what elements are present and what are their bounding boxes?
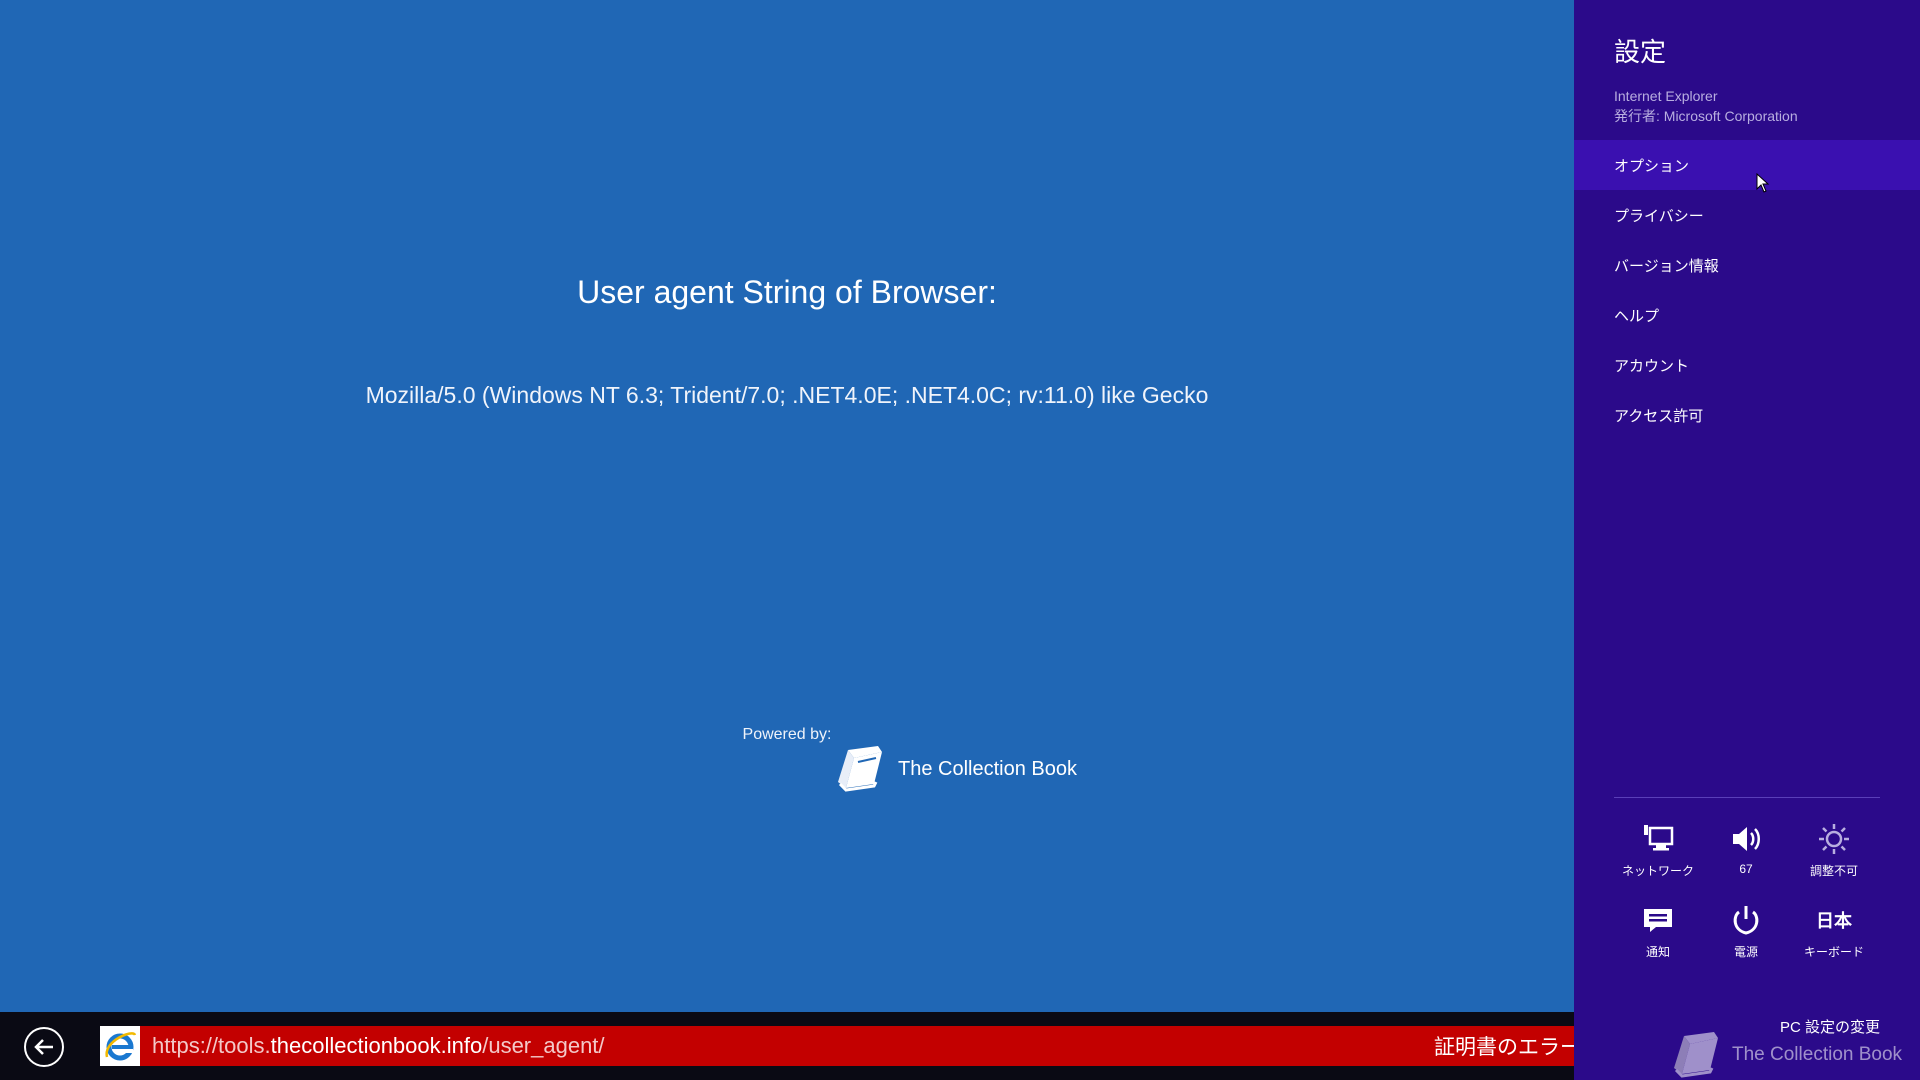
publisher: 発行者: Microsoft Corporation [1614, 108, 1798, 124]
keyboard-label: キーボード [1803, 945, 1864, 959]
ie-logo-icon [100, 1026, 140, 1066]
quick-settings: ネットワーク 67 調整不可 通知 電源 日本 キーボード [1614, 822, 1880, 960]
brand-name: The Collection Book [898, 757, 1077, 780]
notifications-label: 通知 [1645, 945, 1670, 959]
certificate-error-label: 証明書のエラー [1434, 1036, 1574, 1059]
page-title: User agent String of Browser: [577, 274, 997, 310]
mouse-cursor-icon [1756, 173, 1770, 193]
brightness-label: 調整不可 [1809, 864, 1858, 878]
notifications-icon [1642, 903, 1674, 937]
powered-by-label: Powered by: [742, 726, 832, 743]
charm-brand-name: The Collection Book [1732, 1044, 1903, 1065]
settings-menu: オプション プライバシー バージョン情報 ヘルプ アカウント アクセス許可 [1574, 140, 1920, 440]
menu-item-account[interactable]: アカウント [1574, 340, 1920, 390]
menu-item-privacy[interactable]: プライバシー [1574, 190, 1920, 240]
brand-link[interactable]: The Collection Book [834, 744, 1077, 794]
power-icon [1731, 903, 1761, 937]
volume-icon [1730, 822, 1762, 856]
network-icon [1641, 822, 1675, 856]
menu-item-options[interactable]: オプション [1574, 140, 1920, 190]
volume-label: 67 [1739, 862, 1753, 876]
volume-button[interactable]: 67 [1702, 822, 1790, 879]
menu-item-permissions[interactable]: アクセス許可 [1574, 390, 1920, 440]
network-button[interactable]: ネットワーク [1614, 822, 1702, 879]
network-label: ネットワーク [1621, 864, 1694, 878]
user-agent-string: Mozilla/5.0 (Windows NT 6.3; Trident/7.0… [365, 382, 1209, 408]
certificate-error-button[interactable]: 証明書のエラー [1424, 1026, 1574, 1066]
back-button[interactable] [24, 1027, 64, 1067]
divider [1614, 797, 1880, 798]
url-text[interactable]: https://tools.thecollectionbook.info/use… [152, 1033, 605, 1059]
power-button[interactable]: 電源 [1702, 903, 1790, 960]
notifications-button[interactable]: 通知 [1614, 903, 1702, 960]
settings-charm: 設定 Internet Explorer 発行者: Microsoft Corp… [1574, 0, 1920, 1080]
back-arrow-icon [34, 1039, 53, 1055]
url-host: thecollectionbook.info [270, 1033, 483, 1058]
book-icon [1674, 1032, 1718, 1078]
brightness-icon [1817, 822, 1851, 856]
browser-content: User agent String of Browser: Mozilla/5.… [0, 0, 1574, 1012]
menu-item-help[interactable]: ヘルプ [1574, 290, 1920, 340]
app-name: Internet Explorer [1614, 88, 1718, 104]
address-bar[interactable]: https://tools.thecollectionbook.info/use… [100, 1026, 1574, 1066]
keyboard-button[interactable]: 日本 キーボード [1790, 903, 1878, 960]
brightness-button[interactable]: 調整不可 [1790, 822, 1878, 879]
book-icon [838, 746, 882, 792]
charm-brand-watermark: The Collection Book [1670, 1030, 1902, 1080]
power-label: 電源 [1733, 945, 1758, 959]
charm-title: 設定 [1614, 37, 1667, 67]
keyboard-language-icon: 日本 [1816, 911, 1852, 931]
url-prefix: https://tools. [152, 1033, 271, 1058]
app-info: Internet Explorer 発行者: Microsoft Corpora… [1614, 86, 1798, 126]
url-path: /user_agent/ [482, 1033, 605, 1058]
menu-item-about[interactable]: バージョン情報 [1574, 240, 1920, 290]
